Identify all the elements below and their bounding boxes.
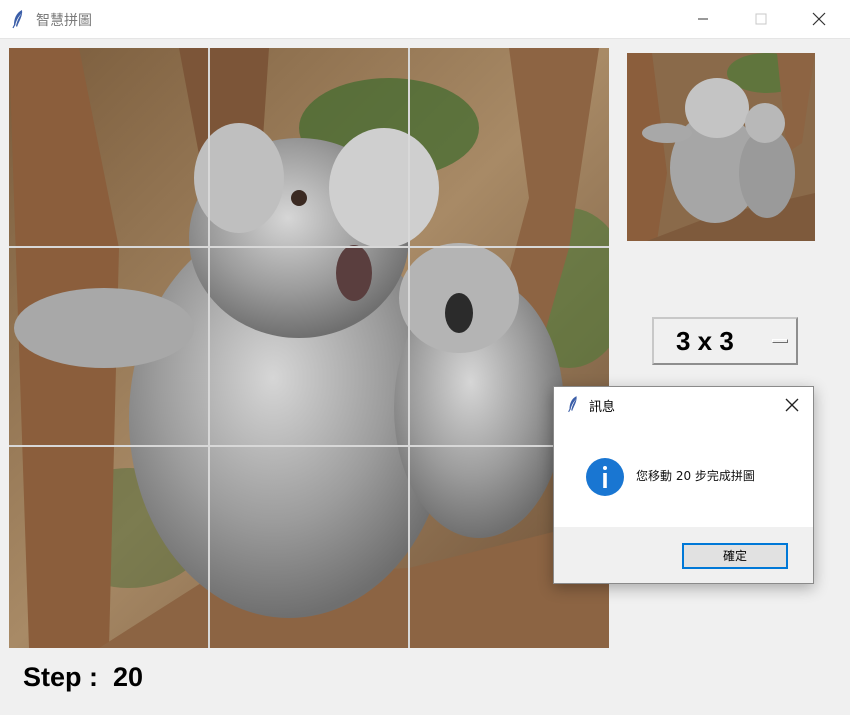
close-icon bbox=[785, 398, 799, 412]
step-counter: Step : 20 bbox=[23, 662, 144, 692]
close-button[interactable] bbox=[796, 0, 842, 38]
maximize-button[interactable] bbox=[738, 0, 784, 38]
puzzle-board[interactable] bbox=[9, 48, 609, 648]
window-title: 智慧拼圖 bbox=[36, 13, 92, 29]
maximize-icon bbox=[755, 13, 767, 25]
feather-icon bbox=[12, 10, 23, 29]
dialog-close-button[interactable] bbox=[780, 393, 804, 417]
message-dialog: 訊息 您移動 20 步完成拼圖 確定 bbox=[553, 386, 814, 584]
feather-icon bbox=[568, 396, 577, 413]
ok-button[interactable]: 確定 bbox=[682, 543, 788, 569]
minimize-icon bbox=[698, 18, 708, 20]
koala-photo bbox=[9, 48, 609, 648]
grid-size-value: 3 x 3 bbox=[676, 326, 734, 356]
dropdown-indicator-icon bbox=[772, 339, 788, 343]
dialog-footer: 確定 bbox=[554, 527, 813, 583]
dialog-message: 您移動 20 步完成拼圖 bbox=[636, 469, 755, 483]
grid-size-select[interactable]: 3 x 3 bbox=[652, 317, 798, 365]
title-bar: 智慧拼圖 bbox=[0, 0, 850, 39]
info-icon bbox=[586, 458, 624, 496]
dialog-title: 訊息 bbox=[589, 400, 616, 415]
minimize-button[interactable] bbox=[680, 0, 726, 38]
preview-image bbox=[627, 53, 815, 241]
close-icon bbox=[812, 12, 826, 26]
